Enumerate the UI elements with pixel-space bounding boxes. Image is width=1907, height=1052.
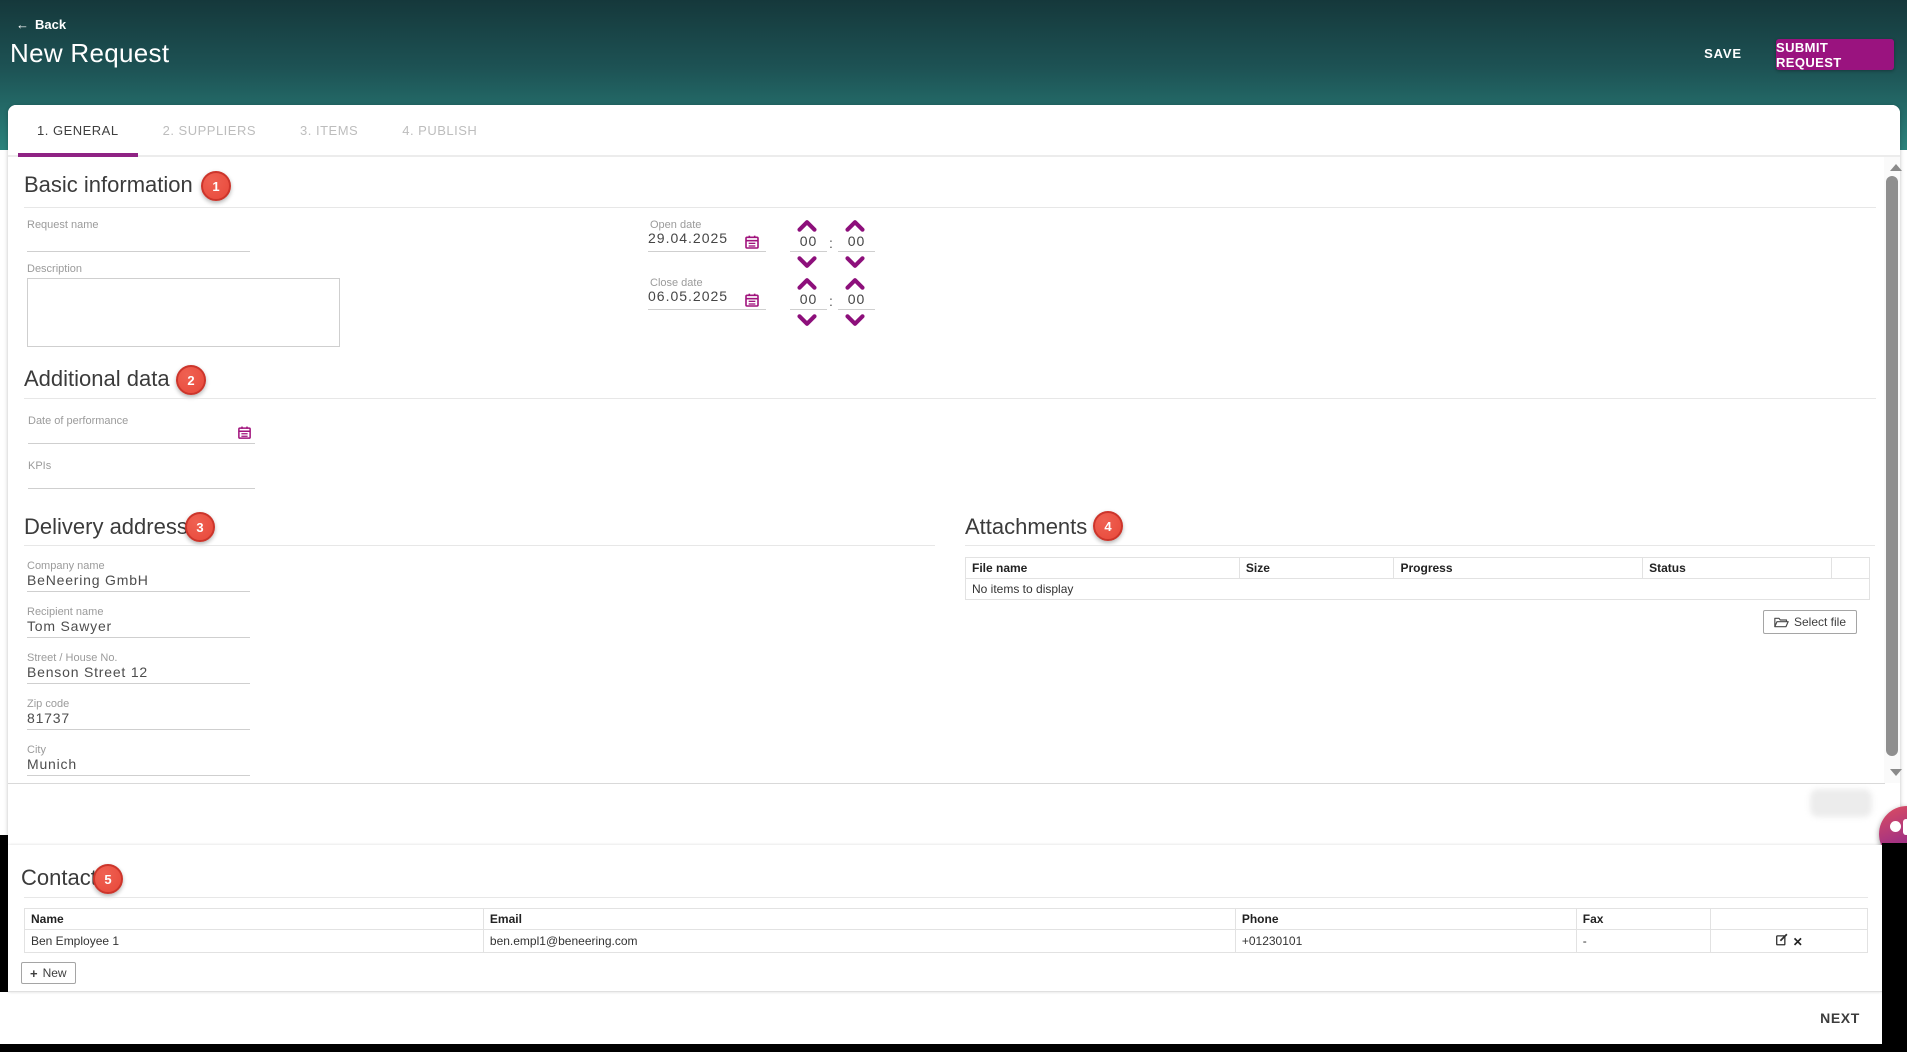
contact-name-cell: Ben Employee 1 (25, 930, 484, 953)
screen-edge-black (1882, 843, 1907, 1052)
close-minute-down-icon[interactable] (845, 314, 865, 327)
additional-data-heading: Additional data (24, 366, 170, 392)
contact-fax-cell: - (1576, 930, 1711, 953)
close-hour-up-icon[interactable] (797, 277, 817, 290)
close-minute-input[interactable]: 00 (838, 291, 875, 310)
request-name-input[interactable] (27, 230, 250, 252)
open-hour-down-icon[interactable] (797, 256, 817, 269)
delivery-address-heading: Delivery address (24, 514, 188, 540)
new-contact-button[interactable]: + New (21, 962, 76, 984)
folder-open-icon (1774, 616, 1789, 629)
close-hour-down-icon[interactable] (797, 314, 817, 327)
section-divider (24, 398, 1876, 399)
city-input[interactable]: Munich (27, 756, 250, 776)
contact-row: Ben Employee 1 ben.empl1@beneering.com +… (25, 930, 1868, 953)
close-minute-up-icon[interactable] (845, 277, 865, 290)
close-hour-input[interactable]: 00 (790, 291, 827, 310)
basic-information-heading: Basic information (24, 172, 193, 198)
section-divider (24, 897, 1868, 898)
scroll-area-border (8, 783, 1885, 784)
next-button[interactable]: NEXT (1800, 1004, 1880, 1032)
recipient-name-input[interactable]: Tom Sawyer (27, 618, 250, 638)
attachments-col-actions (1832, 558, 1870, 579)
company-name-input[interactable]: BeNeering GmbH (27, 572, 250, 592)
section-divider (24, 207, 1876, 208)
main-card (8, 105, 1900, 845)
back-button[interactable]: ← Back (16, 17, 66, 32)
edit-contact-icon[interactable] (1775, 935, 1792, 949)
zip-code-input[interactable]: 81737 (27, 710, 250, 730)
select-file-label: Select file (1794, 615, 1846, 629)
close-time-colon: : (829, 293, 833, 309)
attachments-table: File name Size Progress Status No items … (965, 557, 1870, 600)
contacts-col-phone: Phone (1235, 909, 1576, 930)
scrollbar-up-icon[interactable] (1890, 164, 1902, 171)
contacts-col-fax: Fax (1576, 909, 1711, 930)
company-name-label: Company name (27, 560, 105, 572)
contacts-table: Name Email Phone Fax Ben Employee 1 ben.… (24, 908, 1868, 953)
contact-phone-cell: +01230101 (1235, 930, 1576, 953)
street-label: Street / House No. (27, 652, 118, 664)
contacts-col-actions (1711, 909, 1868, 930)
attachments-col-size: Size (1239, 558, 1394, 579)
open-minute-down-icon[interactable] (845, 256, 865, 269)
step-badge-1: 1 (201, 171, 231, 201)
delete-contact-icon[interactable]: ✕ (1793, 935, 1803, 949)
chat-fab-icon (1903, 819, 1907, 835)
step-badge-2: 2 (176, 365, 206, 395)
attachments-col-status: Status (1643, 558, 1832, 579)
screen-edge-black (0, 1044, 1907, 1052)
tab-publish[interactable]: 4. PUBLISH (383, 105, 496, 155)
back-label: Back (35, 17, 66, 32)
submit-request-button[interactable]: SUBMIT REQUEST (1776, 39, 1894, 70)
attachments-col-file-name: File name (966, 558, 1240, 579)
street-input[interactable]: Benson Street 12 (27, 664, 250, 684)
close-date-calendar-icon[interactable] (744, 292, 760, 308)
new-contact-label: New (43, 966, 67, 980)
contact-email-cell: ben.empl1@beneering.com (483, 930, 1235, 953)
kpis-input[interactable] (28, 466, 255, 489)
open-minute-up-icon[interactable] (845, 219, 865, 232)
city-label: City (27, 744, 46, 756)
plus-icon: + (30, 966, 38, 981)
description-textarea[interactable] (27, 278, 340, 347)
attachments-col-progress: Progress (1394, 558, 1643, 579)
screen-edge-black (0, 835, 8, 992)
contacts-col-name: Name (25, 909, 484, 930)
scrollbar-down-icon[interactable] (1890, 769, 1902, 776)
footer-divider (0, 991, 1882, 992)
save-button[interactable]: SAVE (1688, 38, 1758, 68)
tab-suppliers[interactable]: 2. SUPPLIERS (144, 105, 275, 155)
step-badge-3: 3 (185, 512, 215, 542)
step-badge-5: 5 (93, 864, 123, 894)
open-time-colon: : (829, 235, 833, 251)
new-request-page: ← Back New Request SAVE SUBMIT REQUEST 1… (0, 0, 1907, 1052)
section-divider (965, 545, 1875, 546)
blurred-overlay (1810, 789, 1872, 817)
back-arrow-icon: ← (16, 17, 29, 32)
select-file-button[interactable]: Select file (1763, 610, 1857, 634)
open-date-calendar-icon[interactable] (744, 234, 760, 250)
chat-fab-icon (1890, 821, 1901, 832)
zip-code-label: Zip code (27, 698, 69, 710)
contacts-col-email: Email (483, 909, 1235, 930)
open-hour-input[interactable]: 00 (790, 233, 827, 252)
open-minute-input[interactable]: 00 (838, 233, 875, 252)
open-hour-up-icon[interactable] (797, 219, 817, 232)
step-badge-4: 4 (1093, 511, 1123, 541)
date-of-performance-input[interactable] (28, 421, 255, 444)
recipient-name-label: Recipient name (27, 606, 103, 618)
scrollbar-thumb[interactable] (1886, 176, 1898, 756)
description-label: Description (27, 263, 82, 275)
tab-general[interactable]: 1. GENERAL (18, 105, 138, 155)
date-of-performance-calendar-icon[interactable] (237, 425, 252, 440)
attachments-empty-message: No items to display (966, 579, 1870, 600)
attachments-heading: Attachments (965, 514, 1087, 540)
wizard-tabs: 1. GENERAL 2. SUPPLIERS 3. ITEMS 4. PUBL… (8, 105, 1900, 157)
page-title: New Request (10, 38, 169, 69)
tab-items[interactable]: 3. ITEMS (281, 105, 377, 155)
section-divider (24, 545, 935, 546)
